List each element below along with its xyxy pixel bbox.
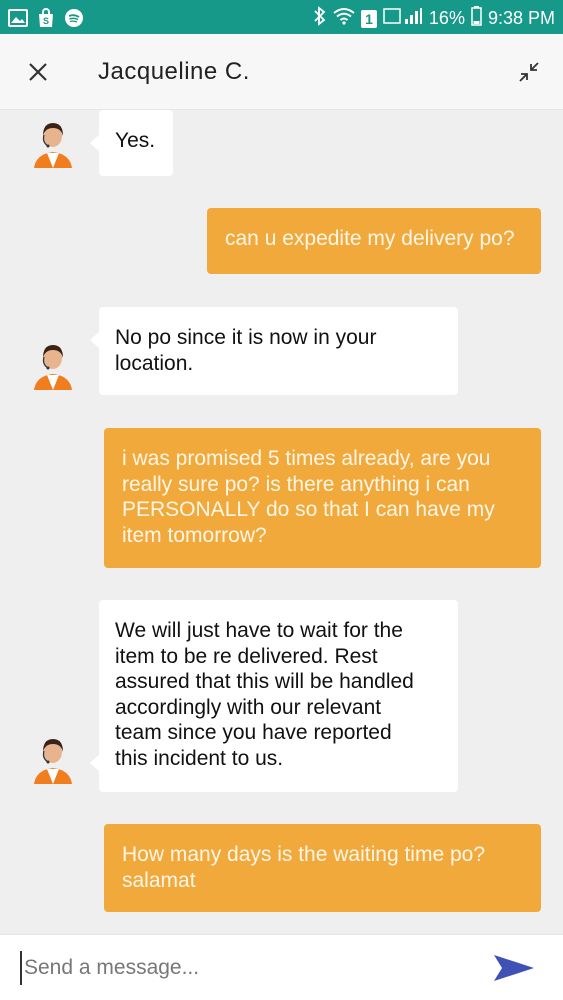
message-line: We will just have to wait for the (115, 619, 403, 642)
send-icon[interactable] (490, 951, 538, 985)
close-button[interactable] (26, 60, 50, 84)
message-composer (0, 934, 563, 1000)
message-line: location. (115, 351, 194, 375)
status-bar: S 1 16% 9:38 PM (0, 0, 563, 34)
message-line: this incident to us. (115, 746, 284, 770)
message-line: salamat (122, 868, 196, 892)
message-line: really sure po? is there anything i can (122, 472, 470, 496)
shop-icon: S (36, 8, 56, 33)
agent-avatar (30, 340, 76, 390)
message-line: i was promised 5 times already, are you (122, 447, 491, 470)
image-icon (8, 9, 28, 32)
agent-avatar (30, 734, 76, 784)
notification-badge: 1 (361, 9, 377, 28)
message-agent: No po since it is now in your location. (90, 307, 458, 395)
bluetooth-icon (313, 6, 327, 31)
message-line: item tomorrow? (122, 523, 267, 547)
message-line: accordingly with our relevant (115, 695, 382, 719)
message-user: How many days is the waiting time po? sa… (104, 824, 541, 912)
spotify-icon (64, 8, 84, 33)
message-text: Yes. (115, 129, 156, 152)
send-button[interactable] (490, 951, 538, 985)
message-agent: Yes. (90, 110, 173, 176)
svg-text:S: S (43, 16, 49, 26)
message-line: How many days is the waiting time po? (122, 843, 485, 866)
message-line: team since you have reported (115, 721, 392, 744)
message-line: PERSONALLY do so that I can have my (122, 498, 495, 521)
collapse-icon[interactable] (517, 60, 541, 84)
battery-percent: 16% (428, 8, 465, 28)
message-line: item to be re delivered. Rest (115, 644, 378, 668)
signal-icon (383, 7, 423, 30)
wifi-icon (333, 7, 355, 30)
message-text: can u expedite my delivery po? (225, 227, 515, 250)
chat-header: Jacqueline C. (0, 34, 563, 110)
close-icon[interactable] (26, 60, 50, 84)
message-line: assured that this will be handled (115, 670, 414, 693)
battery-icon (471, 6, 482, 31)
message-line: No po since it is now in your (115, 326, 377, 349)
message-input[interactable] (20, 951, 460, 985)
message-user: i was promised 5 times already, are you … (104, 428, 541, 568)
agent-name: Jacqueline C. (98, 58, 250, 85)
message-agent: We will just have to wait for the item t… (90, 600, 458, 792)
agent-avatar (30, 118, 76, 168)
message-user: can u expedite my delivery po? (207, 208, 541, 274)
clock: 9:38 PM (487, 8, 555, 28)
minimize-button[interactable] (517, 60, 541, 84)
